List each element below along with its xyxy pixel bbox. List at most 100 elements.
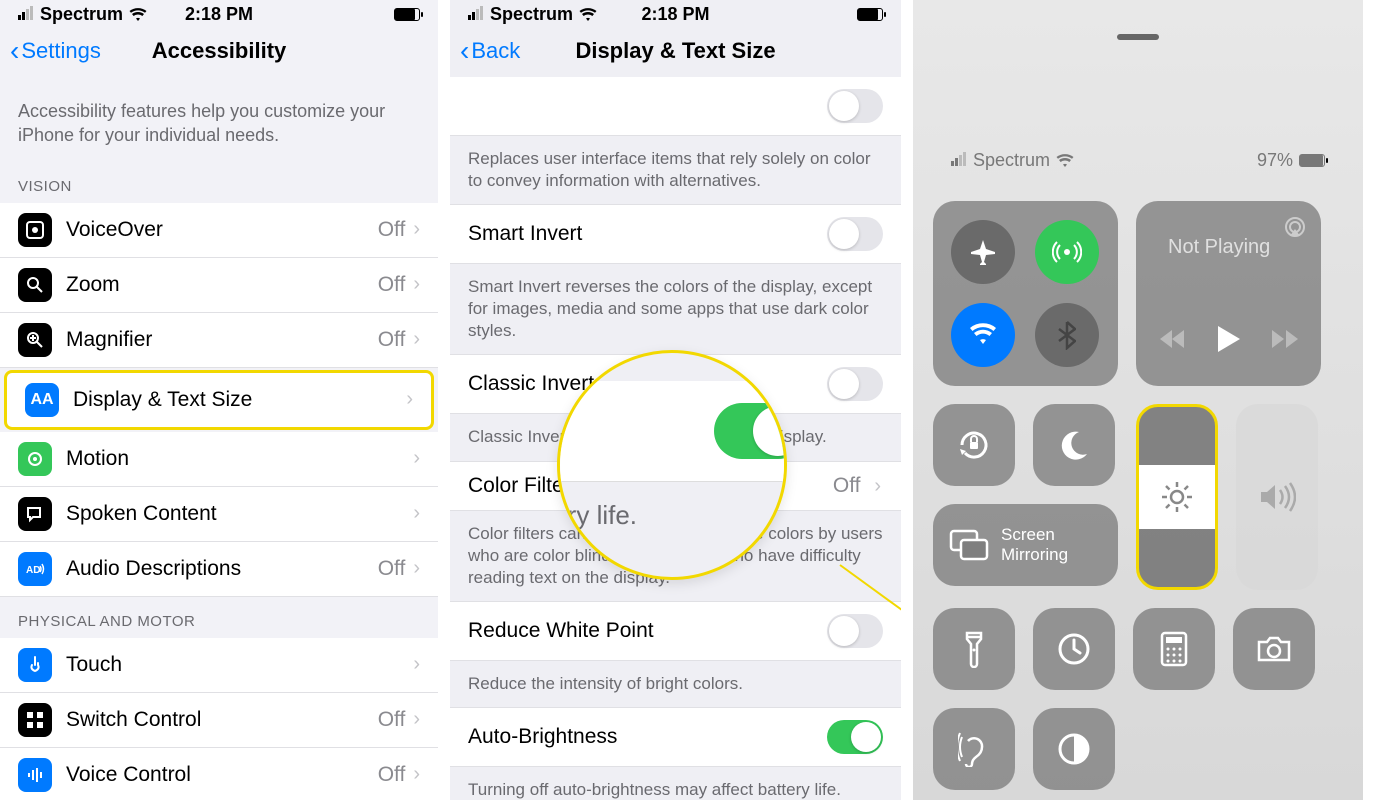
wifi-icon xyxy=(579,8,597,22)
switch-control-icon xyxy=(18,703,52,737)
mirror-icon xyxy=(949,529,989,561)
toggle-classic-invert[interactable] xyxy=(827,367,883,401)
signal-icon xyxy=(468,4,484,25)
next-button[interactable] xyxy=(1272,330,1298,348)
row-auto-brightness[interactable]: Auto-Brightness xyxy=(450,707,901,767)
desc-differentiate: Replaces user interface items that rely … xyxy=(450,136,901,204)
row-display-text-size[interactable]: AA Display & Text Size › xyxy=(4,370,434,430)
svg-text:AD: AD xyxy=(26,565,40,576)
mirror-label: ScreenMirroring xyxy=(1001,525,1068,566)
play-button[interactable] xyxy=(1218,326,1240,352)
brightness-slider[interactable] xyxy=(1136,404,1218,590)
desc-reduce-white: Reduce the intensity of bright colors. xyxy=(450,661,901,707)
smart-invert-label: Smart Invert xyxy=(468,222,827,246)
chevron-right-icon: › xyxy=(413,502,420,525)
row-reduce-white-point[interactable]: Reduce White Point xyxy=(450,601,901,661)
timer-button[interactable] xyxy=(1033,608,1115,690)
chevron-right-icon: › xyxy=(413,763,420,786)
cellular-button[interactable] xyxy=(1035,220,1099,284)
desc-auto-brightness: Turning off auto-brightness may affect b… xyxy=(450,767,901,800)
back-label: Settings xyxy=(21,38,101,64)
row-value: Off xyxy=(378,763,406,787)
wifi-button[interactable] xyxy=(951,303,1015,367)
row-label: Display & Text Size xyxy=(73,388,398,412)
row-touch[interactable]: Touch › xyxy=(0,638,438,693)
carrier-label: Spectrum xyxy=(40,4,123,25)
row-zoom[interactable]: Zoom Off › xyxy=(0,258,438,313)
voiceover-icon xyxy=(18,213,52,247)
row-audio-descriptions[interactable]: AD Audio Descriptions Off › xyxy=(0,542,438,597)
desc-smart-invert: Smart Invert reverses the colors of the … xyxy=(450,264,901,354)
now-playing-tile[interactable]: Not Playing xyxy=(1136,201,1321,386)
chevron-right-icon: › xyxy=(413,557,420,580)
row-label: Touch xyxy=(66,653,405,677)
status-bar: Spectrum 2:18 PM xyxy=(0,0,438,29)
row-switch-control[interactable]: Switch Control Off › xyxy=(0,693,438,748)
row-value: Off xyxy=(378,708,406,732)
back-button[interactable]: ‹ Settings xyxy=(10,35,101,67)
toggle-differentiate[interactable] xyxy=(827,89,883,123)
screen-mirroring-button[interactable]: ScreenMirroring xyxy=(933,504,1118,586)
volume-slider[interactable] xyxy=(1236,404,1318,590)
chevron-right-icon: › xyxy=(874,475,881,497)
chevron-left-icon: ‹ xyxy=(10,35,19,67)
clock: 2:18 PM xyxy=(641,4,709,25)
bluetooth-button[interactable] xyxy=(1035,303,1099,367)
signal-icon xyxy=(18,4,34,25)
chevron-right-icon: › xyxy=(413,218,420,241)
calculator-button[interactable] xyxy=(1133,608,1215,690)
row-spoken-content[interactable]: Spoken Content › xyxy=(0,487,438,542)
row-label: Zoom xyxy=(66,273,378,297)
prev-button[interactable] xyxy=(1160,330,1186,348)
airplane-button[interactable] xyxy=(951,220,1015,284)
row-differentiate[interactable] xyxy=(450,77,901,136)
zoom-text: tery life. xyxy=(557,482,787,549)
row-label: Switch Control xyxy=(66,708,378,732)
toggle-auto-brightness[interactable] xyxy=(827,720,883,754)
row-label: Audio Descriptions xyxy=(66,557,378,581)
row-motion[interactable]: Motion › xyxy=(0,432,438,487)
carrier-label: Spectrum xyxy=(973,150,1050,171)
signal-icon xyxy=(951,150,967,171)
touch-icon xyxy=(18,648,52,682)
chevron-right-icon: › xyxy=(413,273,420,296)
row-voice-control[interactable]: Voice Control Off › xyxy=(0,748,438,800)
flashlight-button[interactable] xyxy=(933,608,1015,690)
back-button[interactable]: ‹ Back xyxy=(460,35,520,67)
page-title: Accessibility xyxy=(152,38,287,64)
sun-icon xyxy=(1160,480,1194,514)
carrier-label: Spectrum xyxy=(490,4,573,25)
hearing-button[interactable] xyxy=(933,708,1015,790)
wifi-icon xyxy=(129,8,147,22)
status-bar: Spectrum 2:18 PM xyxy=(450,0,901,29)
zoom-toggle xyxy=(714,403,787,459)
nav-bar: ‹ Settings Accessibility xyxy=(0,29,438,77)
row-label: Spoken Content xyxy=(66,502,405,526)
back-label: Back xyxy=(471,38,520,64)
zoom-callout: tery life. xyxy=(557,350,787,580)
battery-icon xyxy=(394,8,420,21)
voice-control-icon xyxy=(18,758,52,792)
connectivity-tile[interactable] xyxy=(933,201,1118,386)
clock: 2:18 PM xyxy=(185,4,253,25)
orientation-lock-button[interactable] xyxy=(933,404,1015,486)
row-value: Off xyxy=(378,218,406,242)
reduce-white-label: Reduce White Point xyxy=(468,619,827,643)
not-playing-label: Not Playing xyxy=(1168,236,1270,259)
airplay-icon[interactable] xyxy=(1283,215,1307,239)
battery-icon xyxy=(1299,154,1325,167)
wifi-icon xyxy=(1056,154,1074,168)
toggle-smart-invert[interactable] xyxy=(827,217,883,251)
camera-button[interactable] xyxy=(1233,608,1315,690)
toggle-reduce-white[interactable] xyxy=(827,614,883,648)
row-magnifier[interactable]: Magnifier Off › xyxy=(0,313,438,368)
chevron-right-icon: › xyxy=(406,388,413,411)
chevron-right-icon: › xyxy=(413,653,420,676)
row-voiceover[interactable]: VoiceOver Off › xyxy=(0,203,438,258)
do-not-disturb-button[interactable] xyxy=(1033,404,1115,486)
chevron-left-icon: ‹ xyxy=(460,35,469,67)
cc-status-bar: Spectrum 97% xyxy=(913,40,1363,171)
dark-mode-button[interactable] xyxy=(1033,708,1115,790)
row-smart-invert[interactable]: Smart Invert xyxy=(450,204,901,264)
text-size-icon: AA xyxy=(25,383,59,417)
